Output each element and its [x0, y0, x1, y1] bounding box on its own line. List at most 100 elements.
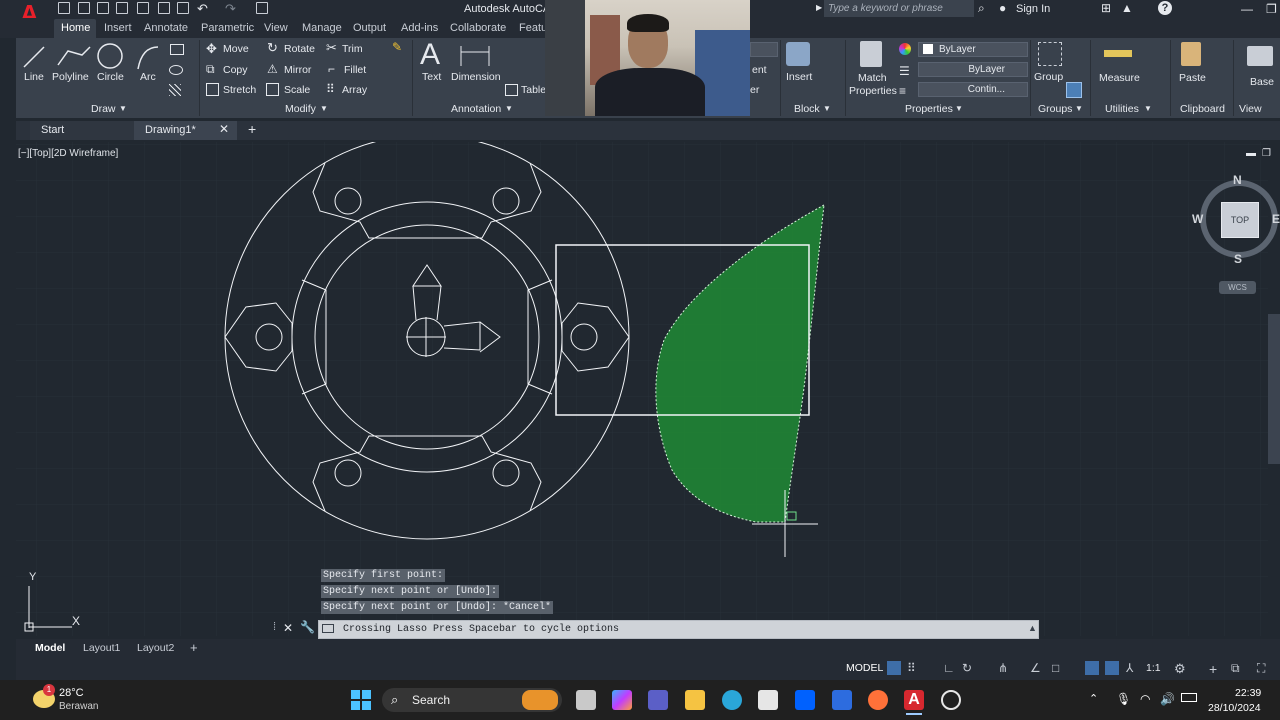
undo-icon[interactable]: ↶: [197, 1, 208, 17]
maximize-icon[interactable]: ❐: [1266, 2, 1277, 16]
cart-icon[interactable]: ⊞: [1101, 1, 1111, 15]
volume-icon[interactable]: 🔊: [1160, 692, 1175, 706]
tab-model[interactable]: Model: [35, 642, 65, 654]
weather-temperature[interactable]: 28°C: [59, 687, 84, 699]
panel-block-label[interactable]: Block: [794, 103, 820, 115]
panel-annotation-label[interactable]: Annotation: [451, 103, 501, 115]
search-icon[interactable]: ⌕: [978, 1, 985, 16]
trim-tool[interactable]: Trim: [342, 43, 363, 55]
ellipse-icon[interactable]: [169, 65, 183, 75]
viewcube-east[interactable]: E: [1272, 212, 1280, 226]
autocad-taskbar-icon[interactable]: A: [904, 690, 924, 710]
hatch-icon[interactable]: [169, 84, 181, 96]
text-tool[interactable]: Text: [422, 71, 441, 83]
viewport-controls[interactable]: [−][Top][2D Wireframe]: [18, 148, 118, 159]
web-save-icon[interactable]: [137, 2, 149, 14]
chevron-down-icon[interactable]: ▼: [505, 104, 513, 113]
linetype-dropdown[interactable]: ByLayer: [918, 62, 1028, 77]
chevron-down-icon[interactable]: ▼: [320, 104, 328, 113]
app-icon[interactable]: [832, 690, 852, 710]
wcs-menu[interactable]: WCS: [1219, 281, 1256, 294]
chevron-down-icon[interactable]: ▼: [119, 104, 127, 113]
annotation-scale-icon[interactable]: ⅄: [1126, 661, 1140, 675]
annotation-monitor-icon[interactable]: +: [1209, 661, 1223, 677]
chevron-down-icon[interactable]: ▼: [823, 104, 831, 113]
mirror-tool[interactable]: Mirror: [284, 64, 311, 76]
panel-modify-label[interactable]: Modify: [285, 103, 316, 115]
tab-layout1[interactable]: Layout1: [83, 642, 120, 654]
microphone-icon[interactable]: 🎙: [1116, 692, 1131, 706]
panel-properties-label[interactable]: Properties: [905, 103, 953, 115]
tab-featured[interactable]: Featu: [519, 22, 547, 34]
match-properties-tool[interactable]: Match: [858, 72, 887, 84]
panel-draw-label[interactable]: Draw: [91, 103, 116, 115]
scale-tool[interactable]: Scale: [284, 84, 310, 96]
tab-home[interactable]: Home: [61, 22, 90, 34]
clock-date[interactable]: 28/10/2024: [1208, 702, 1261, 714]
grid-display-icon[interactable]: [887, 661, 901, 675]
measure-tool[interactable]: Measure: [1099, 72, 1140, 84]
plot-icon[interactable]: [177, 2, 189, 14]
search-highlight-icon[interactable]: [522, 690, 558, 710]
polyline-tool[interactable]: Polyline: [52, 71, 89, 83]
isodraft-icon[interactable]: ⋔: [998, 661, 1012, 675]
new-tab-icon[interactable]: +: [248, 121, 256, 137]
panel-groups-label[interactable]: Groups: [1038, 103, 1072, 115]
tab-parametric[interactable]: Parametric: [201, 22, 254, 34]
tab-start[interactable]: Start: [30, 121, 135, 140]
dropbox-icon[interactable]: [795, 690, 815, 710]
chevron-down-icon[interactable]: ▼: [955, 104, 963, 113]
close-command-icon[interactable]: ✕: [283, 621, 293, 635]
tab-collaborate[interactable]: Collaborate: [450, 22, 506, 34]
viewport-restore-icon[interactable]: ❐: [1262, 148, 1271, 159]
annotation-visibility-icon[interactable]: [1085, 661, 1099, 675]
group-selection-icon[interactable]: [1066, 82, 1082, 98]
microsoft-store-icon[interactable]: [758, 690, 778, 710]
circle-tool[interactable]: Circle: [97, 71, 124, 83]
clean-screen-icon[interactable]: ⛶: [1257, 661, 1271, 675]
web-open-icon[interactable]: [158, 2, 170, 14]
isolate-objects-icon[interactable]: ⧉: [1231, 661, 1245, 675]
task-view-icon[interactable]: [576, 690, 596, 710]
array-tool[interactable]: Array: [342, 84, 367, 96]
ortho-mode-icon[interactable]: ∟: [943, 661, 957, 675]
save-as-icon[interactable]: [116, 2, 128, 14]
chevron-down-icon[interactable]: ▼: [1144, 104, 1152, 113]
polar-tracking-icon[interactable]: ↻: [962, 661, 976, 675]
viewcube-top-face[interactable]: TOP: [1221, 202, 1259, 238]
viewport-minimize-icon[interactable]: ▬: [1246, 148, 1256, 159]
line-tool[interactable]: Line: [24, 71, 44, 83]
redo-icon[interactable]: ↷: [225, 1, 236, 17]
fillet-tool[interactable]: Fillet: [344, 64, 366, 76]
panel-clipboard-label[interactable]: Clipboard: [1180, 103, 1225, 115]
tab-insert[interactable]: Insert: [104, 22, 132, 34]
autodesk-app-icon[interactable]: ▲: [1121, 1, 1133, 15]
object-snap-icon[interactable]: □: [1052, 661, 1066, 675]
file-explorer-icon[interactable]: [685, 690, 705, 710]
erase-icon[interactable]: ✎: [392, 40, 402, 54]
panel-utilities-label[interactable]: Utilities: [1105, 103, 1139, 115]
paste-tool[interactable]: Paste: [1179, 72, 1206, 84]
copy-tool[interactable]: Copy: [223, 64, 248, 76]
customize-command-icon[interactable]: 🔧: [300, 620, 315, 634]
annotation-scale-value[interactable]: 1:1: [1146, 662, 1161, 674]
open-file-icon[interactable]: [78, 2, 90, 14]
viewcube-south[interactable]: S: [1234, 252, 1242, 266]
firefox-icon[interactable]: [868, 690, 888, 710]
minimize-icon[interactable]: —: [1241, 2, 1253, 16]
add-layout-icon[interactable]: +: [190, 640, 198, 655]
help-icon[interactable]: ?: [1158, 1, 1172, 15]
move-tool[interactable]: Move: [223, 43, 249, 55]
copilot-icon[interactable]: [612, 690, 632, 710]
navigation-bar[interactable]: [1268, 314, 1280, 464]
table-tool[interactable]: Table: [521, 84, 546, 96]
layer-dropdown[interactable]: [750, 42, 778, 57]
model-space-button[interactable]: MODEL: [846, 662, 883, 674]
sign-in-link[interactable]: Sign In: [1016, 3, 1050, 15]
teams-icon[interactable]: [648, 690, 668, 710]
tab-view[interactable]: View: [264, 22, 288, 34]
tab-manage[interactable]: Manage: [302, 22, 342, 34]
layer-tool-partial[interactable]: er: [750, 84, 759, 96]
rectangle-icon[interactable]: [170, 44, 184, 55]
tab-annotate[interactable]: Annotate: [144, 22, 188, 34]
